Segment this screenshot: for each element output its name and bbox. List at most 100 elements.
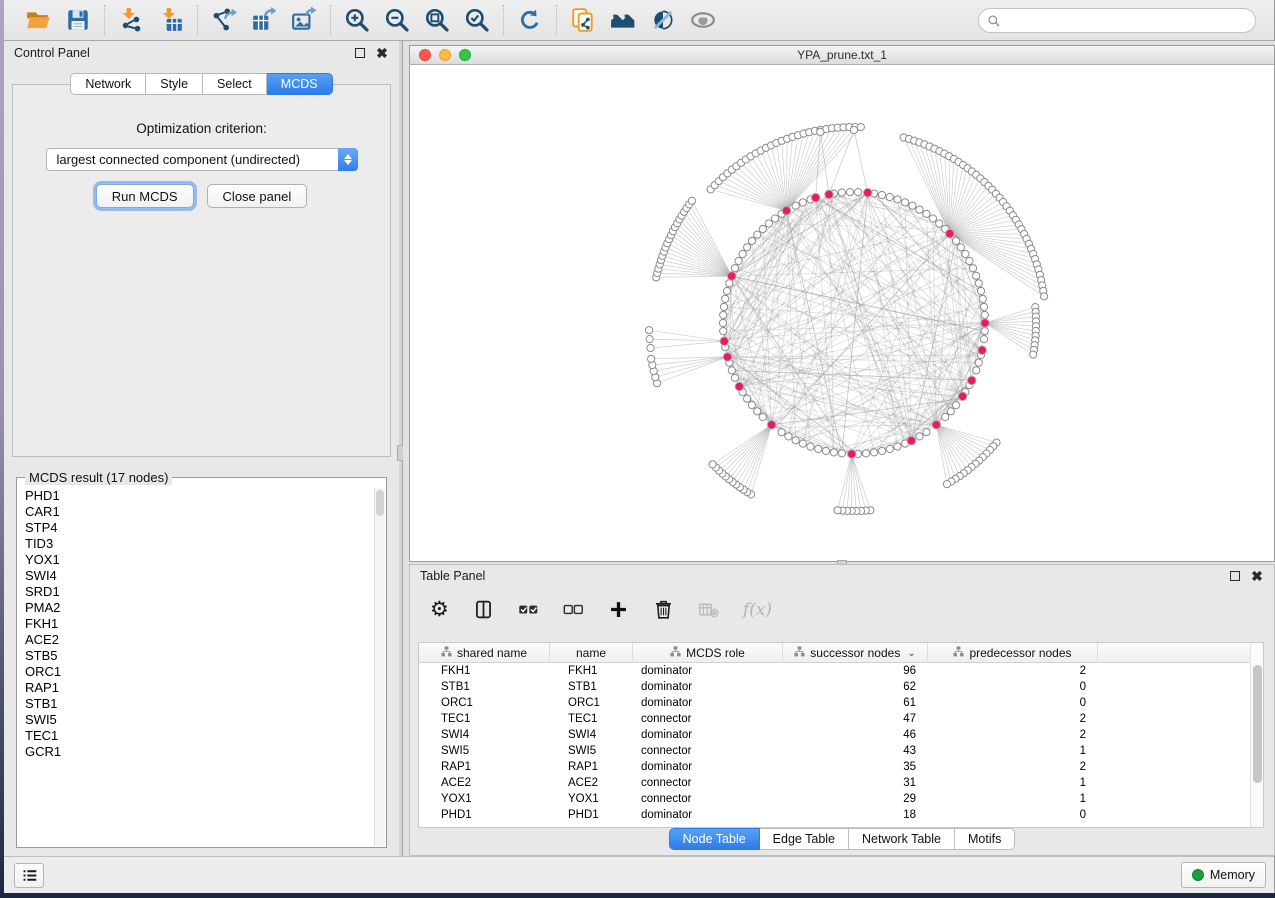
network-node[interactable] <box>854 189 861 196</box>
mcds-hub-node[interactable] <box>863 188 872 197</box>
network-node[interactable] <box>953 237 960 244</box>
network-node[interactable] <box>863 450 870 457</box>
network-node[interactable] <box>878 191 885 198</box>
network-node[interactable] <box>981 311 988 318</box>
show-columns-button[interactable] <box>473 599 494 620</box>
network-node[interactable] <box>720 303 727 310</box>
network-from-selection-button[interactable] <box>567 5 599 35</box>
mcds-hub-node[interactable] <box>978 346 987 355</box>
network-node[interactable] <box>822 447 829 454</box>
mcds-result-node[interactable]: PHD1 <box>18 488 374 504</box>
network-node[interactable] <box>979 295 986 302</box>
mcds-result-node[interactable]: SRD1 <box>18 584 374 600</box>
mcds-hub-node[interactable] <box>967 376 976 385</box>
mcds-hub-node[interactable] <box>767 421 776 430</box>
mcds-hub-node[interactable] <box>811 193 820 202</box>
network-node[interactable] <box>969 265 976 272</box>
mcds-hub-node[interactable] <box>735 382 744 391</box>
zoom-selected-button[interactable] <box>461 5 493 35</box>
network-node[interactable] <box>962 250 969 257</box>
mcds-hub-node[interactable] <box>932 421 941 430</box>
mcds-hub-node[interactable] <box>847 450 856 459</box>
mcds-hub-node[interactable] <box>723 353 732 362</box>
network-node[interactable] <box>957 244 964 251</box>
close-panel-button[interactable]: ✖ <box>375 46 389 60</box>
mcds-result-node[interactable]: STB1 <box>18 696 374 712</box>
network-node[interactable] <box>739 250 746 257</box>
float-panel-button[interactable] <box>353 46 367 60</box>
satellite-node[interactable] <box>1030 351 1037 358</box>
mcds-result-node[interactable]: STP4 <box>18 520 374 536</box>
export-network-button[interactable] <box>208 5 240 35</box>
network-node[interactable] <box>731 265 738 272</box>
network-node[interactable] <box>744 244 751 251</box>
export-image-button[interactable] <box>288 5 320 35</box>
import-network-button[interactable] <box>115 5 147 35</box>
import-table-button[interactable] <box>155 5 187 35</box>
network-node[interactable] <box>909 202 916 209</box>
mcds-hub-node[interactable] <box>946 229 955 238</box>
refresh-button[interactable] <box>514 5 546 35</box>
network-node[interactable] <box>748 402 755 409</box>
network-node[interactable] <box>815 445 822 452</box>
float-table-panel-button[interactable] <box>1228 569 1242 583</box>
network-node[interactable] <box>916 206 923 213</box>
tab-network[interactable]: Network <box>70 73 146 95</box>
satellite-node[interactable] <box>648 355 655 362</box>
close-panel-button-inner[interactable]: Close panel <box>207 184 308 208</box>
tab-node-table[interactable]: Node Table <box>669 828 760 850</box>
mcds-hub-node[interactable] <box>907 436 916 445</box>
network-node[interactable] <box>722 295 729 302</box>
mcds-result-node[interactable]: CAR1 <box>18 504 374 520</box>
satellite-node[interactable] <box>834 507 841 514</box>
mcds-hub-node[interactable] <box>958 392 967 401</box>
network-node[interactable] <box>980 336 987 343</box>
mcds-result-node[interactable]: TEC1 <box>18 728 374 744</box>
table-row[interactable]: TEC1TEC1connector472 <box>419 711 1263 727</box>
run-mcds-button[interactable]: Run MCDS <box>96 184 194 208</box>
network-node[interactable] <box>977 287 984 294</box>
network-node[interactable] <box>942 413 949 420</box>
table-row[interactable]: SWI4SWI4dominator462 <box>419 727 1263 743</box>
network-node[interactable] <box>754 408 761 415</box>
network-node[interactable] <box>838 450 845 457</box>
network-node[interactable] <box>765 220 772 227</box>
mcds-result-node[interactable]: GCR1 <box>18 744 374 760</box>
mcds-hub-node[interactable] <box>727 272 736 281</box>
table-row[interactable]: FKH1FKH1dominator962 <box>419 663 1263 679</box>
mcds-result-node[interactable]: ORC1 <box>18 664 374 680</box>
hide-selected-button[interactable] <box>647 5 679 35</box>
mcds-result-node[interactable]: SWI5 <box>18 712 374 728</box>
satellite-node[interactable] <box>943 481 950 488</box>
task-history-button[interactable] <box>14 863 44 888</box>
network-node[interactable] <box>799 440 806 447</box>
network-node[interactable] <box>929 215 936 222</box>
satellite-node[interactable] <box>646 336 653 343</box>
first-neighbors-button[interactable] <box>607 5 639 35</box>
table-row[interactable]: RAP1RAP1dominator352 <box>419 759 1263 775</box>
mcds-hub-node[interactable] <box>981 319 990 328</box>
network-node[interactable] <box>792 437 799 444</box>
table-mode-gear-button[interactable]: ⚙ <box>430 599 449 620</box>
network-node[interactable] <box>744 395 751 402</box>
zoom-out-button[interactable] <box>381 5 413 35</box>
column-header-successor-nodes[interactable]: successor nodes⌄ <box>783 643 928 663</box>
network-node[interactable] <box>754 231 761 238</box>
network-node[interactable] <box>886 193 893 200</box>
column-header-predecessor-nodes[interactable]: predecessor nodes <box>928 643 1098 663</box>
criterion-dropdown[interactable]: largest connected component (undirected) <box>46 148 358 171</box>
network-node[interactable] <box>759 413 766 420</box>
zoom-fit-button[interactable] <box>421 5 453 35</box>
mcds-result-node[interactable]: YOX1 <box>18 552 374 568</box>
search-box[interactable] <box>978 8 1256 33</box>
network-node[interactable] <box>759 225 766 232</box>
open-session-button[interactable] <box>22 5 54 35</box>
network-node[interactable] <box>772 215 779 222</box>
table-row[interactable]: ACE2ACE2connector311 <box>419 775 1263 791</box>
tab-mcds[interactable]: MCDS <box>267 73 333 95</box>
network-node[interactable] <box>966 257 973 264</box>
mcds-result-node[interactable]: ACE2 <box>18 632 374 648</box>
network-node[interactable] <box>923 210 930 217</box>
mcds-hub-node[interactable] <box>720 337 729 346</box>
tab-network-table[interactable]: Network Table <box>849 828 955 850</box>
